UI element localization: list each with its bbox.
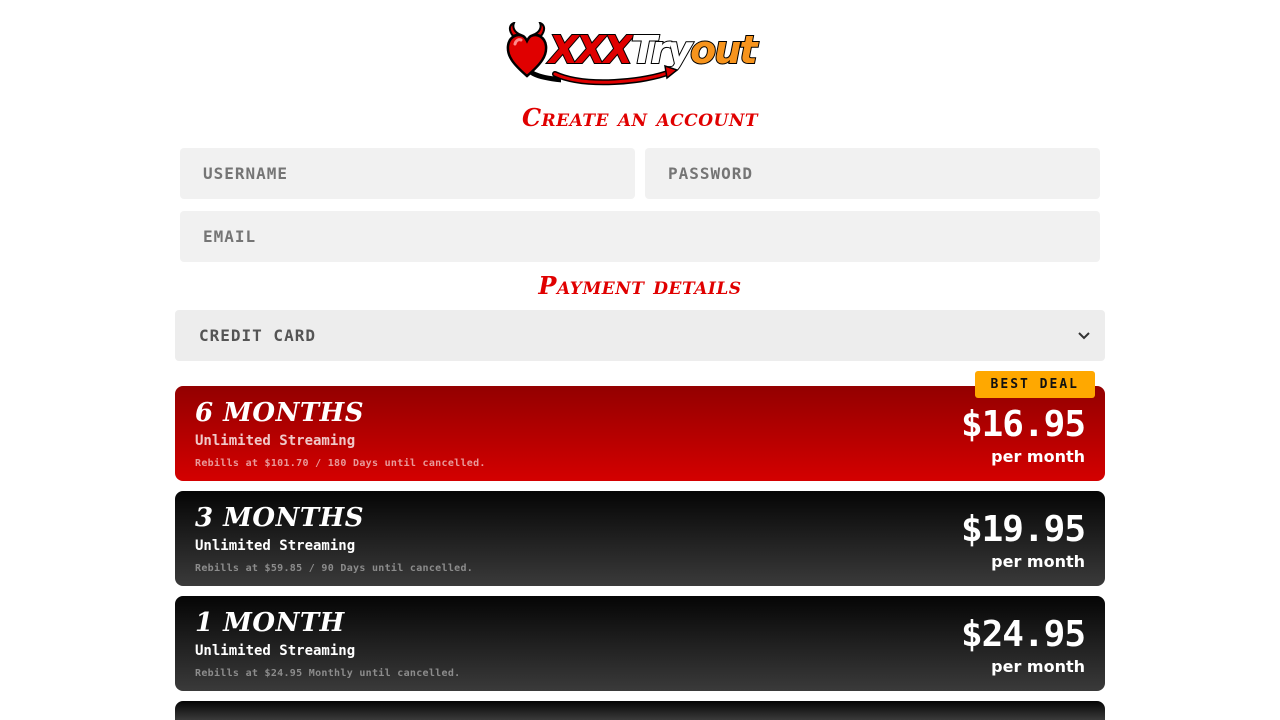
plan-rebill-text: Rebills at $101.70 / 180 Days until canc… bbox=[195, 458, 486, 469]
plan-rebill-text: Rebills at $24.95 Monthly until cancelle… bbox=[195, 668, 461, 679]
plan-subtitle: Unlimited Streaming bbox=[195, 643, 356, 659]
password-input[interactable] bbox=[645, 148, 1100, 199]
plan-per-label: per month bbox=[991, 552, 1085, 571]
logo-text-try: Try bbox=[630, 27, 693, 73]
plan-price: $24.95 bbox=[960, 614, 1086, 655]
plan-price: $16.95 bbox=[960, 404, 1086, 445]
site-logo[interactable]: XXXTryout bbox=[505, 22, 775, 86]
plan-per-label: per month bbox=[991, 657, 1085, 676]
plan-3-months[interactable]: 3 Months Unlimited Streaming Rebills at … bbox=[175, 491, 1105, 586]
username-input[interactable] bbox=[180, 148, 635, 199]
plan-per-label: per month bbox=[991, 447, 1085, 466]
plan-name: 3 Months bbox=[195, 503, 365, 533]
plan-price: $19.95 bbox=[960, 509, 1086, 550]
plan-name: 1 Month bbox=[195, 608, 345, 638]
plan-subtitle: Unlimited Streaming bbox=[195, 433, 356, 449]
chevron-down-icon bbox=[1078, 331, 1090, 339]
payment-method-value: CREDIT CARD bbox=[199, 326, 316, 345]
best-deal-badge: BEST DEAL bbox=[974, 371, 1095, 398]
plan-subtitle: Unlimited Streaming bbox=[195, 538, 356, 554]
plan-name: 6 Months bbox=[195, 398, 365, 428]
plan-6-months[interactable]: BEST DEAL 6 Months Unlimited Streaming R… bbox=[175, 371, 1105, 481]
payment-method-select[interactable]: CREDIT CARD bbox=[175, 310, 1105, 361]
logo-text-xxx: XXX bbox=[548, 27, 634, 73]
plan-rebill-text: Rebills at $59.85 / 90 Days until cancel… bbox=[195, 563, 474, 574]
logo-text-out: out bbox=[689, 27, 758, 73]
email-input[interactable] bbox=[180, 211, 1100, 262]
plan-1-month[interactable]: 1 Month Unlimited Streaming Rebills at $… bbox=[175, 596, 1105, 691]
plan-partial[interactable] bbox=[175, 701, 1105, 720]
create-account-heading: Create an account bbox=[521, 103, 759, 132]
payment-details-heading: Payment details bbox=[538, 271, 742, 300]
